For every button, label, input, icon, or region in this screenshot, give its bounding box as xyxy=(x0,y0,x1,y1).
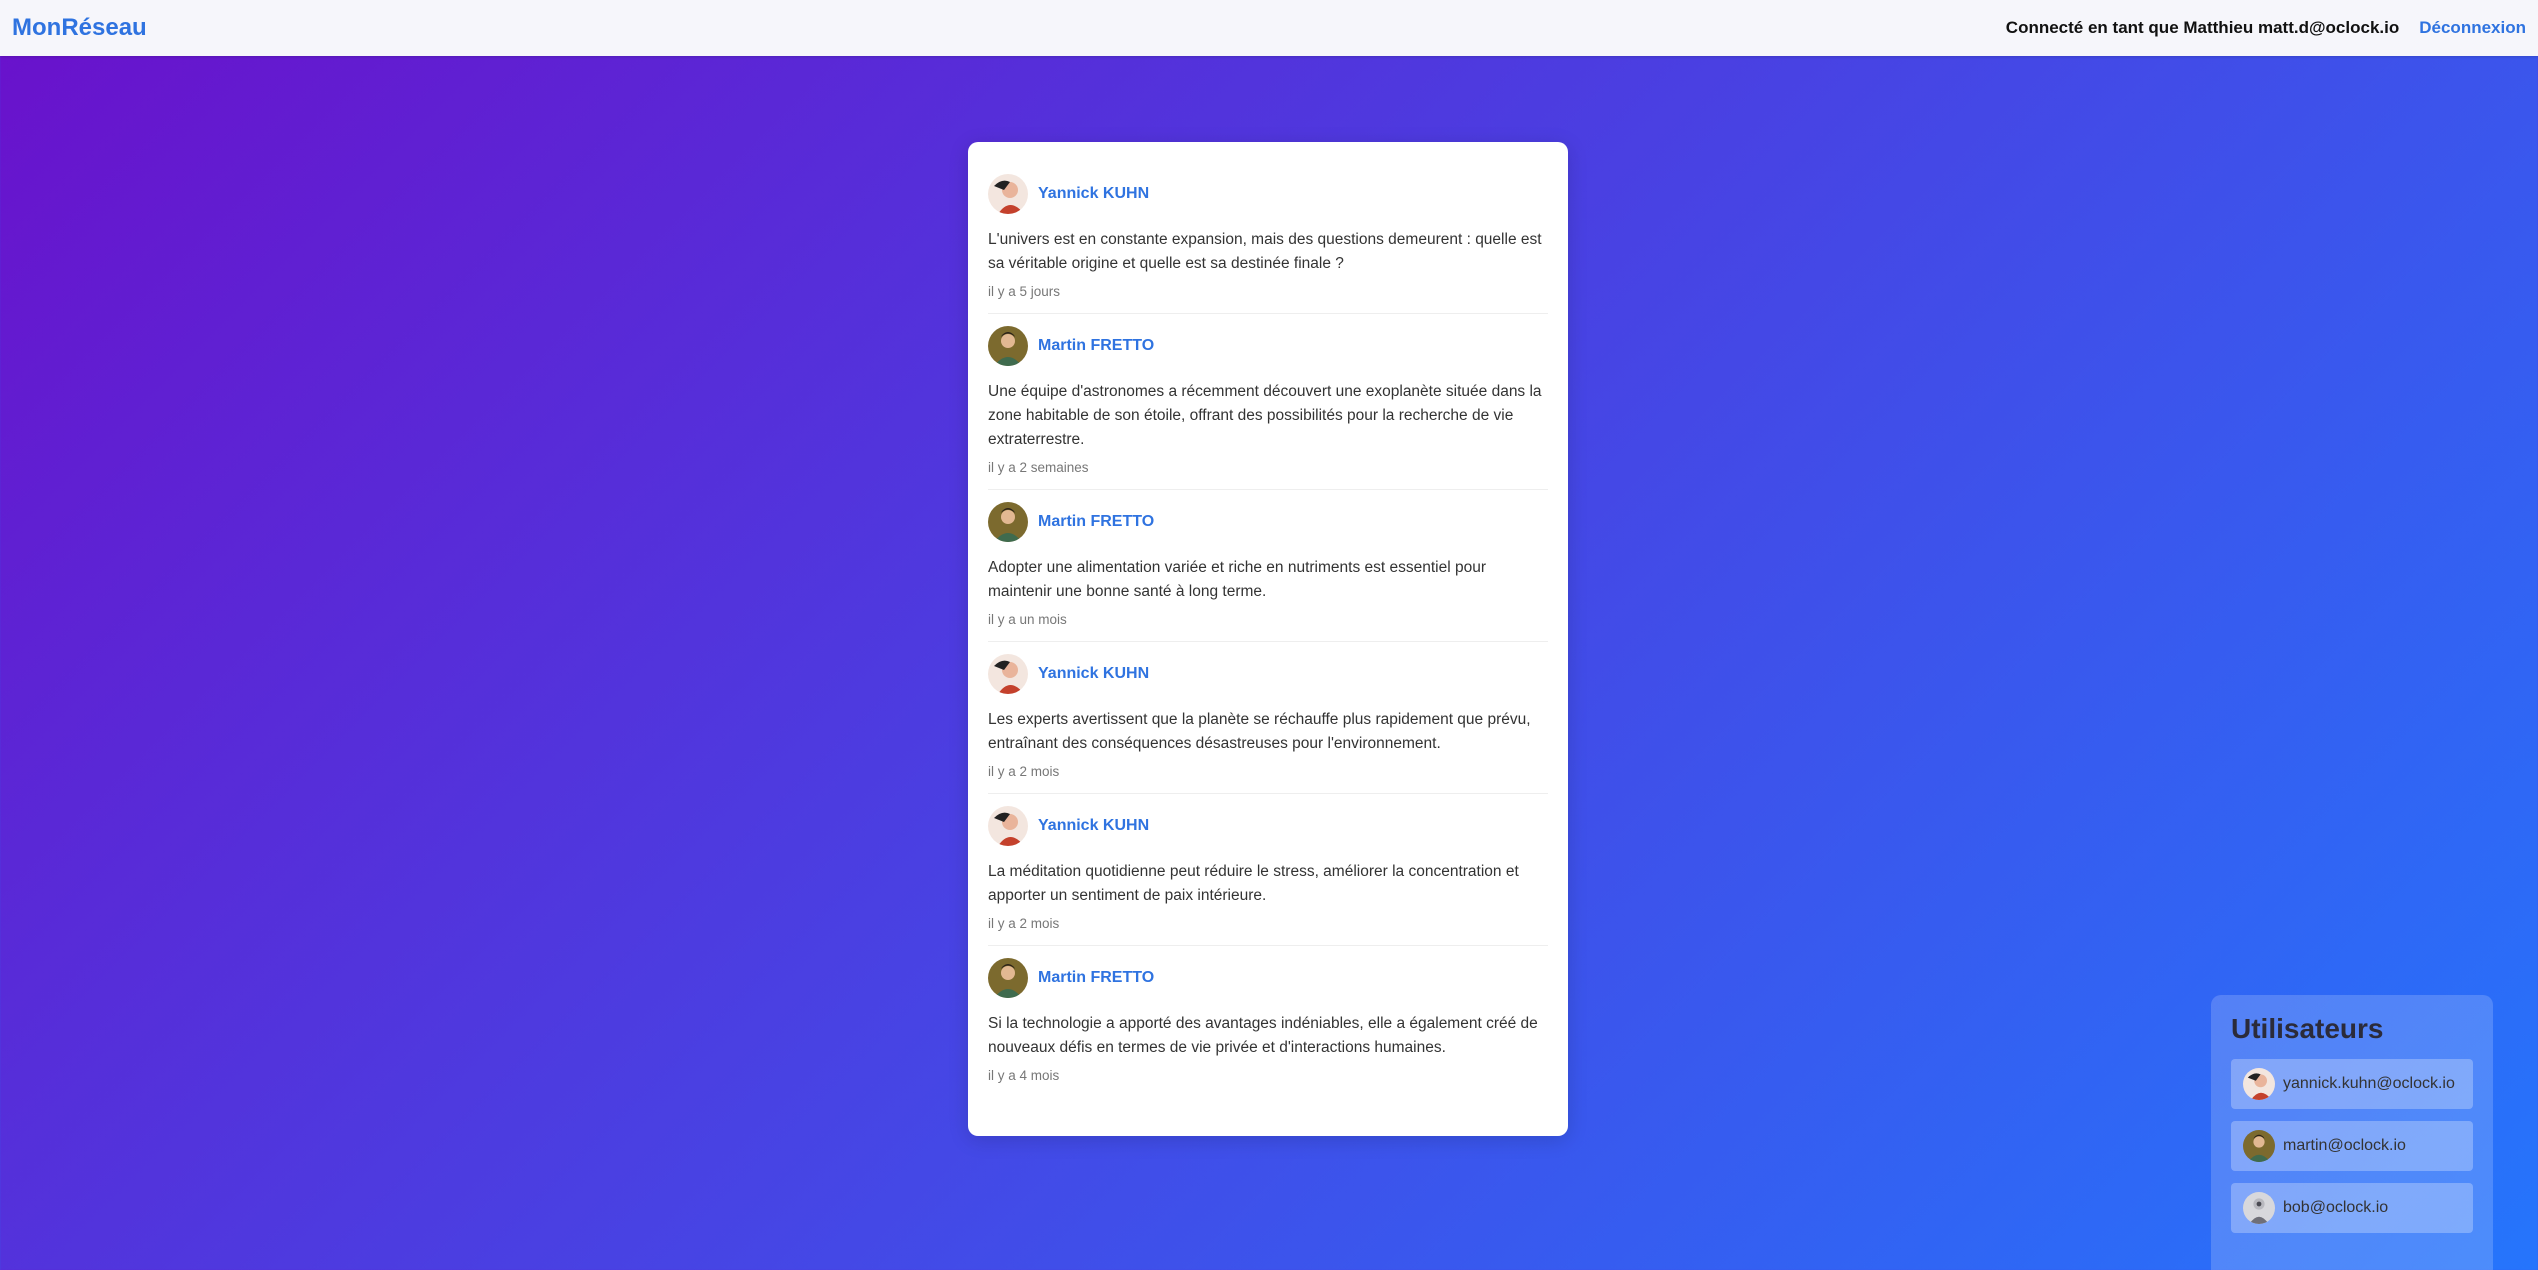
user-list-item[interactable]: martin@oclock.io xyxy=(2231,1121,2473,1171)
post-item: Yannick KUHN L'univers est en constante … xyxy=(988,162,1548,314)
post-author-link[interactable]: Yannick KUHN xyxy=(1038,665,1149,683)
post-item: Martin FRETTO Adopter une alimentation v… xyxy=(988,490,1548,642)
user-email: yannick.kuhn@oclock.io xyxy=(2283,1075,2455,1092)
logout-link[interactable]: Déconnexion xyxy=(2419,18,2526,38)
avatar[interactable] xyxy=(988,502,1028,542)
avatar[interactable] xyxy=(988,326,1028,366)
post-header: Martin FRETTO xyxy=(988,326,1548,366)
user-list-item[interactable]: yannick.kuhn@oclock.io xyxy=(2231,1059,2473,1109)
top-navbar: MonRéseau Connecté en tant que Matthieu … xyxy=(0,0,2538,56)
post-feed: Yannick KUHN L'univers est en constante … xyxy=(968,142,1568,1136)
post-author-link[interactable]: Martin FRETTO xyxy=(1038,337,1154,355)
avatar[interactable] xyxy=(988,174,1028,214)
avatar xyxy=(2243,1130,2275,1162)
post-item: Martin FRETTO Une équipe d'astronomes a … xyxy=(988,314,1548,490)
post-author-link[interactable]: Yannick KUHN xyxy=(1038,817,1149,835)
post-timestamp: il y a 2 mois xyxy=(988,916,1060,931)
post-header: Yannick KUHN xyxy=(988,174,1548,214)
post-timestamp: il y a 4 mois xyxy=(988,1068,1060,1083)
user-list-item[interactable]: bob@oclock.io xyxy=(2231,1183,2473,1233)
post-item: Yannick KUHN La méditation quotidienne p… xyxy=(988,794,1548,946)
post-text: Une équipe d'astronomes a récemment déco… xyxy=(988,383,1542,448)
post-header: Yannick KUHN xyxy=(988,654,1548,694)
post-header: Martin FRETTO xyxy=(988,958,1548,998)
users-panel-title: Utilisateurs xyxy=(2231,1013,2384,1044)
post-text: L'univers est en constante expansion, ma… xyxy=(988,231,1542,272)
post-author-link[interactable]: Martin FRETTO xyxy=(1038,969,1154,987)
avatar xyxy=(2243,1192,2275,1224)
header-right: Connecté en tant que Matthieu matt.d@ocl… xyxy=(2006,18,2526,38)
post-header: Martin FRETTO xyxy=(988,502,1548,542)
post-timestamp: il y a 2 semaines xyxy=(988,460,1089,475)
post-timestamp: il y a un mois xyxy=(988,612,1067,627)
user-email: martin@oclock.io xyxy=(2283,1137,2406,1154)
avatar xyxy=(2243,1068,2275,1100)
user-email: bob@oclock.io xyxy=(2283,1199,2389,1216)
avatar[interactable] xyxy=(988,654,1028,694)
post-text: Adopter une alimentation variée et riche… xyxy=(988,559,1487,600)
post-timestamp: il y a 2 mois xyxy=(988,764,1060,779)
post-item: Martin FRETTO Si la technologie a apport… xyxy=(988,946,1548,1097)
post-author-link[interactable]: Yannick KUHN xyxy=(1038,185,1149,203)
post-author-link[interactable]: Martin FRETTO xyxy=(1038,513,1154,531)
post-timestamp: il y a 5 jours xyxy=(988,284,1061,299)
user-list: yannick.kuhn@oclock.io martin@oclock.io … xyxy=(2231,1059,2473,1233)
brand-logo[interactable]: MonRéseau xyxy=(12,14,147,42)
avatar[interactable] xyxy=(988,958,1028,998)
connected-user-text: Connecté en tant que Matthieu matt.d@ocl… xyxy=(2005,18,2400,37)
post-text: Si la technologie a apporté des avantage… xyxy=(988,1015,1538,1056)
post-item: Yannick KUHN Les experts avertissent que… xyxy=(988,642,1548,794)
post-text: Les experts avertissent que la planète s… xyxy=(988,711,1531,752)
avatar[interactable] xyxy=(988,806,1028,846)
post-header: Yannick KUHN xyxy=(988,806,1548,846)
users-panel: Utilisateurs yannick.kuhn@oclock.io mart… xyxy=(2211,995,2493,1270)
post-text: La méditation quotidienne peut réduire l… xyxy=(988,863,1519,904)
